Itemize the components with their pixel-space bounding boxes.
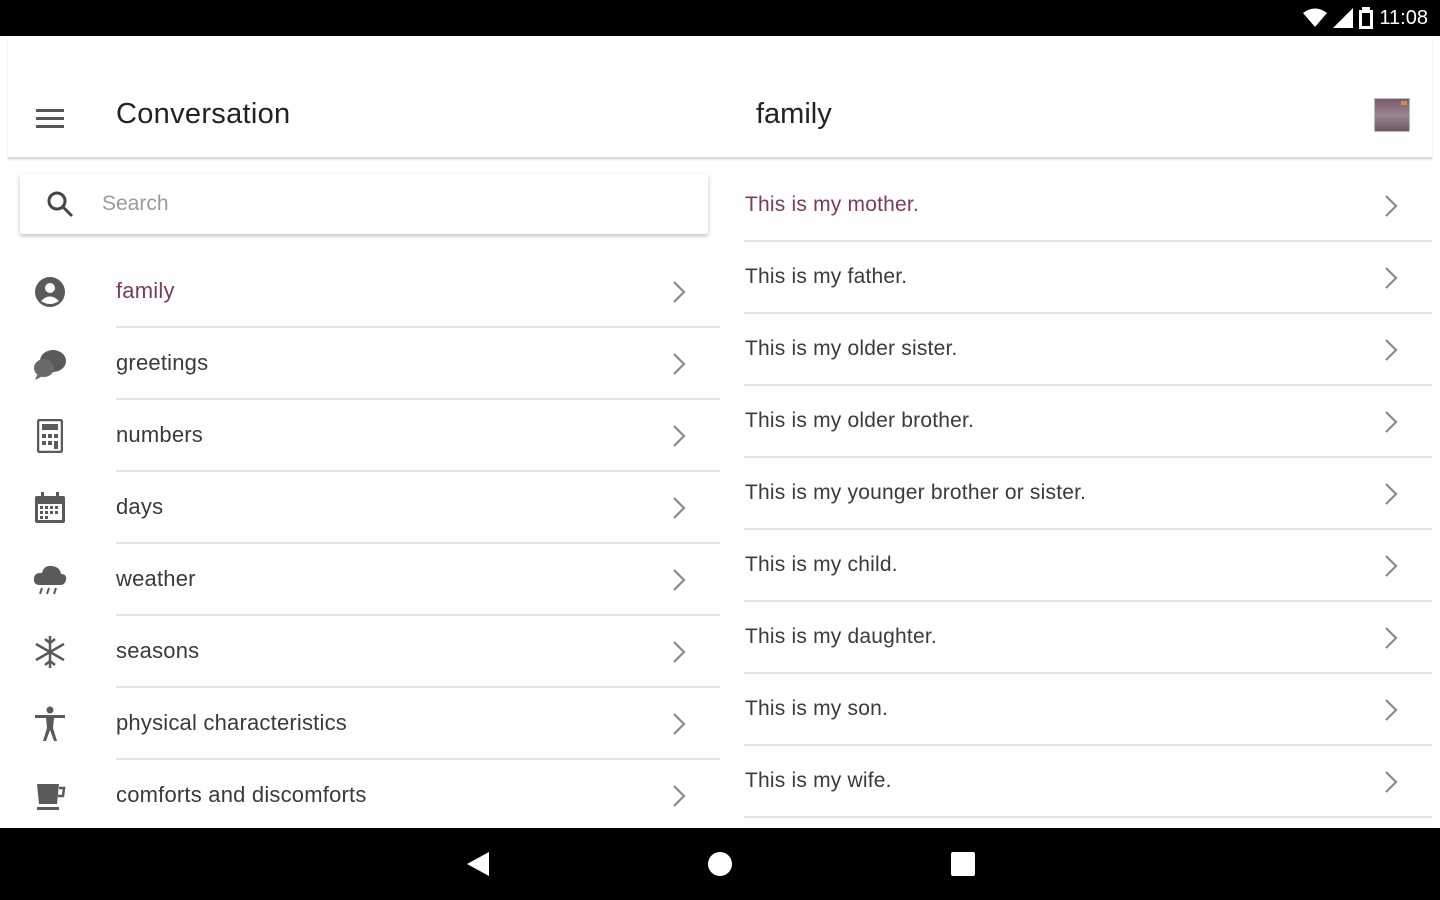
snowflake-icon xyxy=(30,632,70,672)
category-item-weather[interactable]: weather xyxy=(0,544,720,616)
app-toolbar: Conversation family xyxy=(8,36,1432,159)
rain-cloud-icon xyxy=(30,560,70,600)
search-bar[interactable] xyxy=(20,174,708,234)
category-image-thumbnail[interactable] xyxy=(1374,98,1410,132)
divider xyxy=(744,816,1432,818)
chevron-right-icon xyxy=(672,424,692,448)
chevron-right-icon xyxy=(672,352,692,376)
category-item-seasons[interactable]: seasons xyxy=(0,616,720,688)
chevron-right-icon xyxy=(1384,194,1404,218)
phrase-item[interactable]: This is my daughter. xyxy=(744,602,1432,674)
search-input[interactable] xyxy=(102,192,662,216)
chevron-right-icon xyxy=(672,568,692,592)
hamburger-menu-icon xyxy=(36,109,64,128)
category-item-family[interactable]: family xyxy=(0,256,720,328)
status-icons: 11:08 xyxy=(1303,6,1428,30)
chevron-right-icon xyxy=(1384,554,1404,578)
phrase-item[interactable]: This is my wife. xyxy=(744,746,1432,818)
page-title: Conversation xyxy=(116,98,291,130)
phrase-label: This is my wife. xyxy=(745,769,892,792)
chevron-right-icon xyxy=(672,784,692,808)
home-circle-icon xyxy=(708,852,732,876)
category-label: family xyxy=(116,278,175,303)
category-item-days[interactable]: days xyxy=(0,472,720,544)
chevron-right-icon xyxy=(1384,266,1404,290)
phrase-item[interactable]: This is my child. xyxy=(744,530,1432,602)
battery-icon xyxy=(1359,7,1374,29)
back-button[interactable] xyxy=(460,846,496,882)
category-label: comforts and discomforts xyxy=(116,782,367,807)
chevron-right-icon xyxy=(1384,338,1404,362)
detail-title: family xyxy=(756,98,832,130)
category-label: seasons xyxy=(116,638,200,663)
app-window: Conversation family family greetings numbe… xyxy=(0,36,1440,828)
phrase-label: This is my daughter. xyxy=(745,625,937,648)
search-icon xyxy=(44,188,76,220)
category-item-physical-characteristics[interactable]: physical characteristics xyxy=(0,688,720,760)
category-label: numbers xyxy=(116,422,203,447)
status-bar: 11:08 xyxy=(0,0,1440,36)
chevron-right-icon xyxy=(1384,770,1404,794)
calculator-icon xyxy=(30,416,70,456)
phrase-label: This is my child. xyxy=(745,553,898,576)
chevron-right-icon xyxy=(1384,698,1404,722)
menu-button[interactable] xyxy=(30,98,70,138)
category-item-comforts-and-discomforts[interactable]: comforts and discomforts xyxy=(0,760,720,828)
calendar-icon xyxy=(30,488,70,528)
phrase-item[interactable]: This is my older sister. xyxy=(744,314,1432,386)
category-item-greetings[interactable]: greetings xyxy=(0,328,720,400)
system-nav-bar xyxy=(0,828,1440,900)
wifi-icon xyxy=(1303,8,1328,27)
phrase-label: This is my older sister. xyxy=(745,337,958,360)
chevron-right-icon xyxy=(672,640,692,664)
phrase-item[interactable]: This is my mother. xyxy=(744,170,1432,242)
coffee-cup-icon xyxy=(30,776,70,816)
phrase-item[interactable]: This is my father. xyxy=(744,242,1432,314)
category-item-numbers[interactable]: numbers xyxy=(0,400,720,472)
category-list: family greetings numbers days weather seasons… xyxy=(0,256,720,828)
chevron-right-icon xyxy=(672,712,692,736)
category-label: weather xyxy=(116,566,196,591)
phrase-label: This is my mother. xyxy=(745,193,919,216)
phrase-label: This is my younger brother or sister. xyxy=(745,481,1087,504)
phrase-label: This is my father. xyxy=(745,265,908,288)
phrase-label: This is my son. xyxy=(745,697,889,720)
phrase-label: This is my older brother. xyxy=(745,409,975,432)
recents-button[interactable] xyxy=(945,846,981,882)
category-label: greetings xyxy=(116,350,209,375)
back-triangle-icon xyxy=(467,852,489,876)
phrase-item[interactable]: This is my son. xyxy=(744,674,1432,746)
phrase-list: This is my mother. This is my father. This… xyxy=(744,170,1432,818)
phrase-item[interactable]: This is my younger brother or sister. xyxy=(744,458,1432,530)
accessibility-icon xyxy=(30,704,70,744)
cell-signal-icon xyxy=(1333,8,1354,28)
phrase-item[interactable]: This is my older brother. xyxy=(744,386,1432,458)
chevron-right-icon xyxy=(672,496,692,520)
category-label: days xyxy=(116,494,164,519)
recents-square-icon xyxy=(951,852,975,876)
chevron-right-icon xyxy=(1384,410,1404,434)
status-time: 11:08 xyxy=(1379,6,1428,29)
chevron-right-icon xyxy=(1384,482,1404,506)
chevron-right-icon xyxy=(672,280,692,304)
account-circle-icon xyxy=(30,272,70,312)
chevron-right-icon xyxy=(1384,626,1404,650)
chat-bubbles-icon xyxy=(30,344,70,384)
home-button[interactable] xyxy=(702,846,738,882)
category-label: physical characteristics xyxy=(116,710,347,735)
